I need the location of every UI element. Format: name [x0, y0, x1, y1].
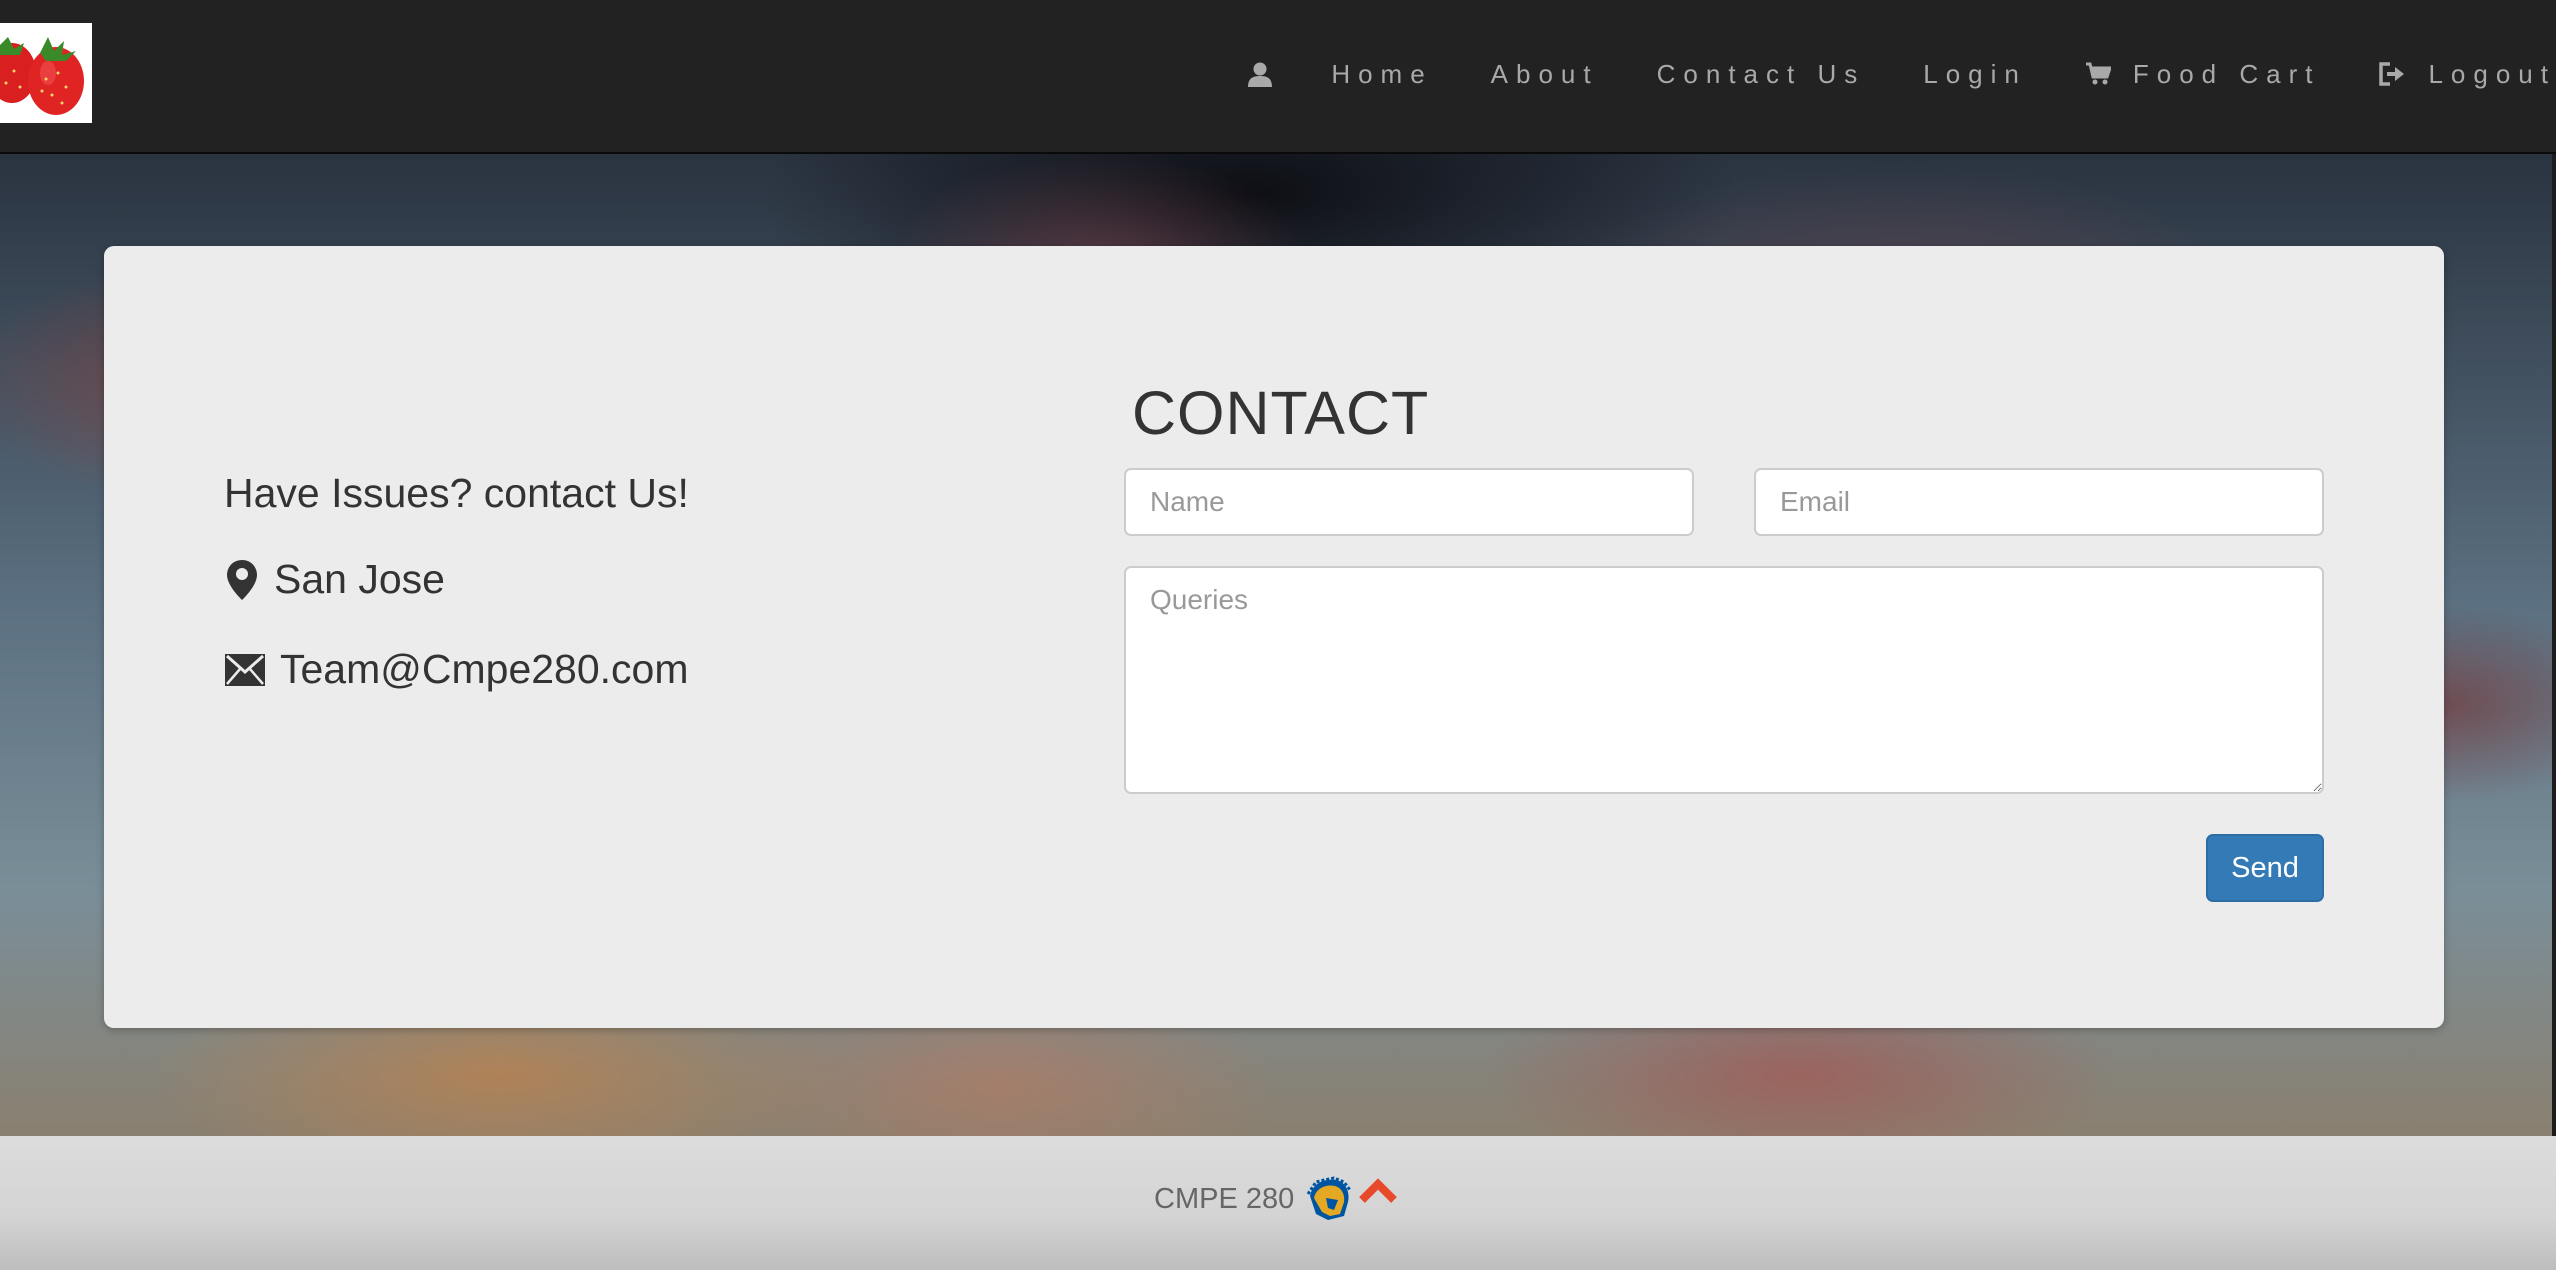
nav-user[interactable] — [1247, 61, 1273, 87]
nav-about[interactable]: About — [1491, 59, 1599, 90]
nav-login[interactable]: Login — [1923, 59, 2027, 90]
nav-menu: Home About Contact Us Login Food Cart Lo… — [1247, 0, 2556, 148]
nav-contact-us-label: Contact Us — [1656, 58, 1866, 89]
nav-logout-label: Logout — [2428, 58, 2556, 89]
send-button[interactable]: Send — [2206, 834, 2324, 902]
contact-panel: Have Issues? contact Us! San Jose Team@C… — [104, 246, 2444, 1028]
footer-content: CMPE 280 — [1154, 1176, 1398, 1222]
chevron-up-icon[interactable] — [1358, 1178, 1398, 1206]
nav-about-label: About — [1490, 58, 1599, 89]
nav-logout[interactable]: Logout — [2378, 59, 2556, 90]
footer-text: CMPE 280 — [1154, 1182, 1295, 1215]
navbar: Home About Contact Us Login Food Cart Lo… — [0, 0, 2556, 154]
nav-login-label: Login — [1923, 58, 2027, 89]
location-text: San Jose — [274, 556, 445, 602]
footer: CMPE 280 — [0, 1136, 2556, 1270]
logout-icon — [2378, 61, 2406, 87]
name-input[interactable] — [1124, 468, 1694, 536]
user-icon — [1247, 61, 1273, 87]
nav-food-cart-label: Food Cart — [2132, 58, 2321, 89]
email-address: Team@Cmpe280.com — [280, 646, 689, 692]
contact-title: CONTACT — [1132, 379, 1430, 447]
map-marker-icon — [224, 558, 260, 602]
page-edge — [2552, 154, 2556, 1136]
location-line: San Jose — [224, 556, 445, 603]
email-input[interactable] — [1754, 468, 2324, 536]
nav-food-cart[interactable]: Food Cart — [2085, 59, 2321, 90]
issues-heading: Have Issues? contact Us! — [224, 470, 689, 516]
nav-home[interactable]: Home — [1331, 59, 1432, 90]
strawberries-logo[interactable] — [0, 23, 92, 123]
cart-icon — [2085, 62, 2111, 86]
spartan-helmet-icon — [1304, 1176, 1352, 1222]
nav-contact-us[interactable]: Contact Us — [1657, 59, 1866, 90]
email-line: Team@Cmpe280.com — [224, 646, 689, 693]
nav-home-label: Home — [1331, 58, 1433, 89]
queries-textarea[interactable] — [1124, 566, 2324, 794]
envelope-icon — [224, 653, 266, 687]
